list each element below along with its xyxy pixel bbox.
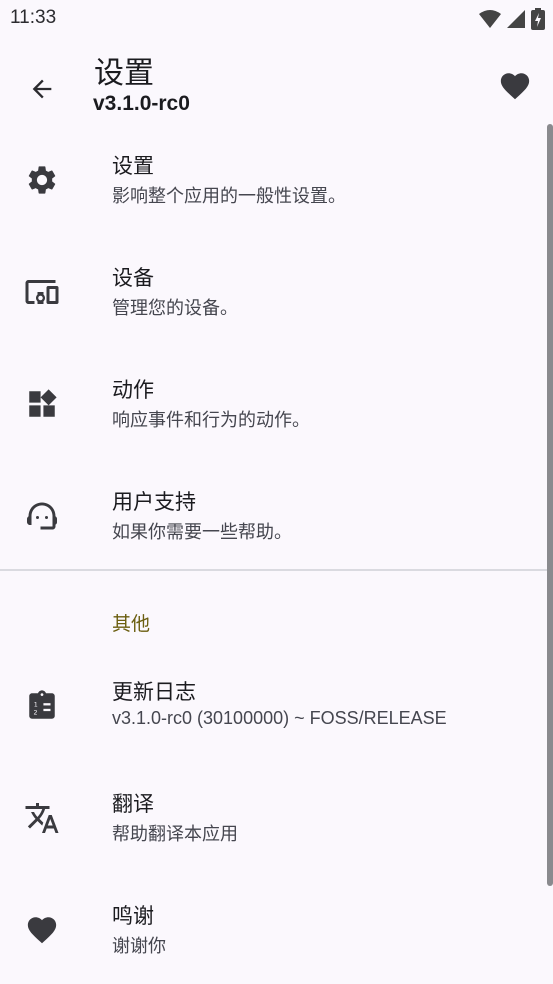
list-item-subtitle: 影响整个应用的一般性设置。 — [112, 186, 346, 206]
settings-list: 设置 影响整个应用的一般性设置。 设备 管理您的设备。 动作 响应事件和行为的动… — [0, 122, 553, 570]
arrow-back-icon — [32, 79, 52, 99]
widgets-icon — [22, 384, 62, 424]
changelog-icon: 12 — [22, 686, 62, 726]
scrollbar[interactable] — [547, 124, 553, 886]
list-item-support[interactable]: 用户支持 如果你需要一些帮助。 — [0, 458, 553, 570]
support-agent-icon — [22, 496, 62, 536]
list-item-subtitle: 谢谢你 — [112, 936, 166, 956]
heart-icon — [22, 910, 62, 950]
list-item-title: 设备 — [112, 266, 154, 290]
gear-icon — [22, 160, 62, 200]
list-item-title: 更新日志 — [112, 680, 196, 704]
list-item-subtitle: 帮助翻译本应用 — [112, 824, 238, 844]
signal-icon — [507, 10, 525, 28]
list-item-translate[interactable]: 翻译 帮助翻译本应用 — [0, 760, 553, 872]
list-item-thanks[interactable]: 鸣谢 谢谢你 — [0, 872, 553, 984]
heart-icon — [500, 73, 530, 100]
list-item-subtitle: 如果你需要一些帮助。 — [112, 522, 292, 542]
battery-icon — [531, 8, 545, 30]
list-item-changelog[interactable]: 12 更新日志 v3.1.0-rc0 (30100000) ~ FOSS/REL… — [0, 648, 553, 760]
list-item-settings[interactable]: 设置 影响整个应用的一般性设置。 — [0, 122, 553, 234]
version-subtitle: v3.1.0-rc0 — [93, 92, 190, 115]
devices-icon — [22, 272, 62, 312]
list-item-subtitle: 响应事件和行为的动作。 — [112, 410, 310, 430]
list-item-title: 用户支持 — [112, 490, 196, 514]
section-header-other: 其他 — [112, 613, 151, 635]
list-item-title: 动作 — [112, 378, 154, 402]
status-icons — [479, 8, 545, 30]
status-time: 11:33 — [10, 7, 57, 28]
list-item-actions[interactable]: 动作 响应事件和行为的动作。 — [0, 346, 553, 458]
list-item-title: 设置 — [112, 154, 154, 178]
wifi-icon — [479, 10, 501, 28]
list-item-title: 鸣谢 — [112, 904, 154, 928]
svg-text:2: 2 — [34, 709, 38, 717]
divider — [0, 569, 553, 571]
status-bar: 11:33 — [0, 0, 553, 38]
translate-icon — [22, 798, 62, 838]
app-bar: 设置 v3.1.0-rc0 — [0, 38, 553, 130]
back-button[interactable] — [20, 67, 64, 111]
list-item-subtitle: v3.1.0-rc0 (30100000) ~ FOSS/RELEASE — [112, 708, 447, 728]
other-list: 12 更新日志 v3.1.0-rc0 (30100000) ~ FOSS/REL… — [0, 648, 553, 984]
page-title: 设置 — [94, 56, 154, 91]
list-item-subtitle: 管理您的设备。 — [112, 298, 238, 318]
favorite-button[interactable] — [495, 66, 535, 106]
list-item-title: 翻译 — [112, 792, 154, 816]
list-item-devices[interactable]: 设备 管理您的设备。 — [0, 234, 553, 346]
